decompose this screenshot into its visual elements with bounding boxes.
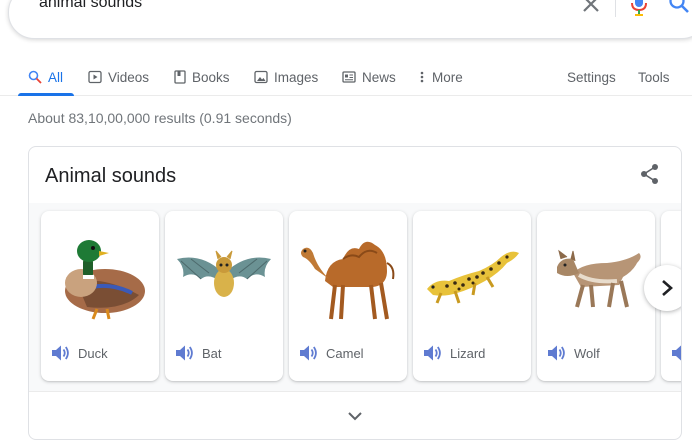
animal-tile-duck[interactable]: Duck xyxy=(41,211,159,381)
tab-label: More xyxy=(432,69,463,85)
tab-all[interactable]: All xyxy=(28,65,63,89)
clear-icon[interactable] xyxy=(581,0,601,14)
tab-label: Videos xyxy=(108,69,150,85)
tab-images[interactable]: Images xyxy=(254,65,318,89)
chevron-down-icon[interactable] xyxy=(345,409,365,423)
animal-tile-wolf[interactable]: Wolf xyxy=(537,211,655,381)
animal-sounds-card: Animal sounds Duck Bat Camel Lizard Wolf xyxy=(28,146,682,440)
bat-image xyxy=(177,250,271,297)
card-bottom-divider xyxy=(29,391,681,392)
tab-news[interactable]: News xyxy=(342,65,396,89)
tools-label: Tools xyxy=(638,69,670,85)
more-vert-icon xyxy=(420,71,424,83)
speaker-icon xyxy=(672,345,681,361)
tab-label: Books xyxy=(192,69,230,85)
settings-label: Settings xyxy=(567,69,616,85)
animal-name: Duck xyxy=(78,346,108,361)
speaker-icon xyxy=(176,345,193,361)
tab-videos[interactable]: Videos xyxy=(88,65,149,89)
tab-more[interactable]: More xyxy=(418,65,463,89)
active-tab-indicator xyxy=(18,93,74,96)
chevron-right-icon xyxy=(662,280,673,296)
carousel-next-button[interactable] xyxy=(644,265,681,311)
speaker-icon xyxy=(52,345,69,361)
result-stats: About 83,10,00,000 results (0.91 seconds… xyxy=(28,110,292,126)
tab-label: News xyxy=(362,69,396,85)
tab-books[interactable]: Books xyxy=(174,65,230,89)
search-input[interactable]: animal sounds xyxy=(39,0,142,12)
animal-tile-camel[interactable]: Camel xyxy=(289,211,407,381)
search-divider xyxy=(615,0,616,17)
search-icon[interactable] xyxy=(668,0,690,14)
image-icon xyxy=(254,70,268,84)
wolf-image xyxy=(557,249,641,308)
animal-tile-lizard[interactable]: Lizard xyxy=(413,211,531,381)
card-title: Animal sounds xyxy=(45,165,177,187)
camel-image xyxy=(301,241,395,320)
tools-link[interactable]: Tools xyxy=(638,65,670,89)
tab-label: All xyxy=(48,69,64,85)
lizard-image xyxy=(427,251,519,304)
settings-link[interactable]: Settings xyxy=(567,65,616,89)
animal-name: Lizard xyxy=(450,346,486,361)
search-box[interactable]: animal sounds xyxy=(8,0,692,39)
news-icon xyxy=(342,71,356,83)
video-icon xyxy=(88,70,102,84)
search-tabs: All Videos Books Images News More Settin… xyxy=(0,58,692,96)
microphone-icon[interactable] xyxy=(630,0,648,16)
animal-name: Camel xyxy=(326,346,364,361)
duck-image xyxy=(65,240,145,320)
book-icon xyxy=(174,70,186,84)
animal-name: Bat xyxy=(202,346,222,361)
tab-label: Images xyxy=(274,69,319,85)
animal-tile-bat[interactable]: Bat xyxy=(165,211,283,381)
animal-name: Wolf xyxy=(574,346,600,361)
search-icon xyxy=(28,70,42,84)
share-icon[interactable] xyxy=(639,163,661,185)
speaker-icon xyxy=(548,345,565,361)
speaker-icon xyxy=(300,345,317,361)
animal-carousel: Duck Bat Camel Lizard Wolf xyxy=(29,203,681,391)
speaker-icon xyxy=(424,345,441,361)
